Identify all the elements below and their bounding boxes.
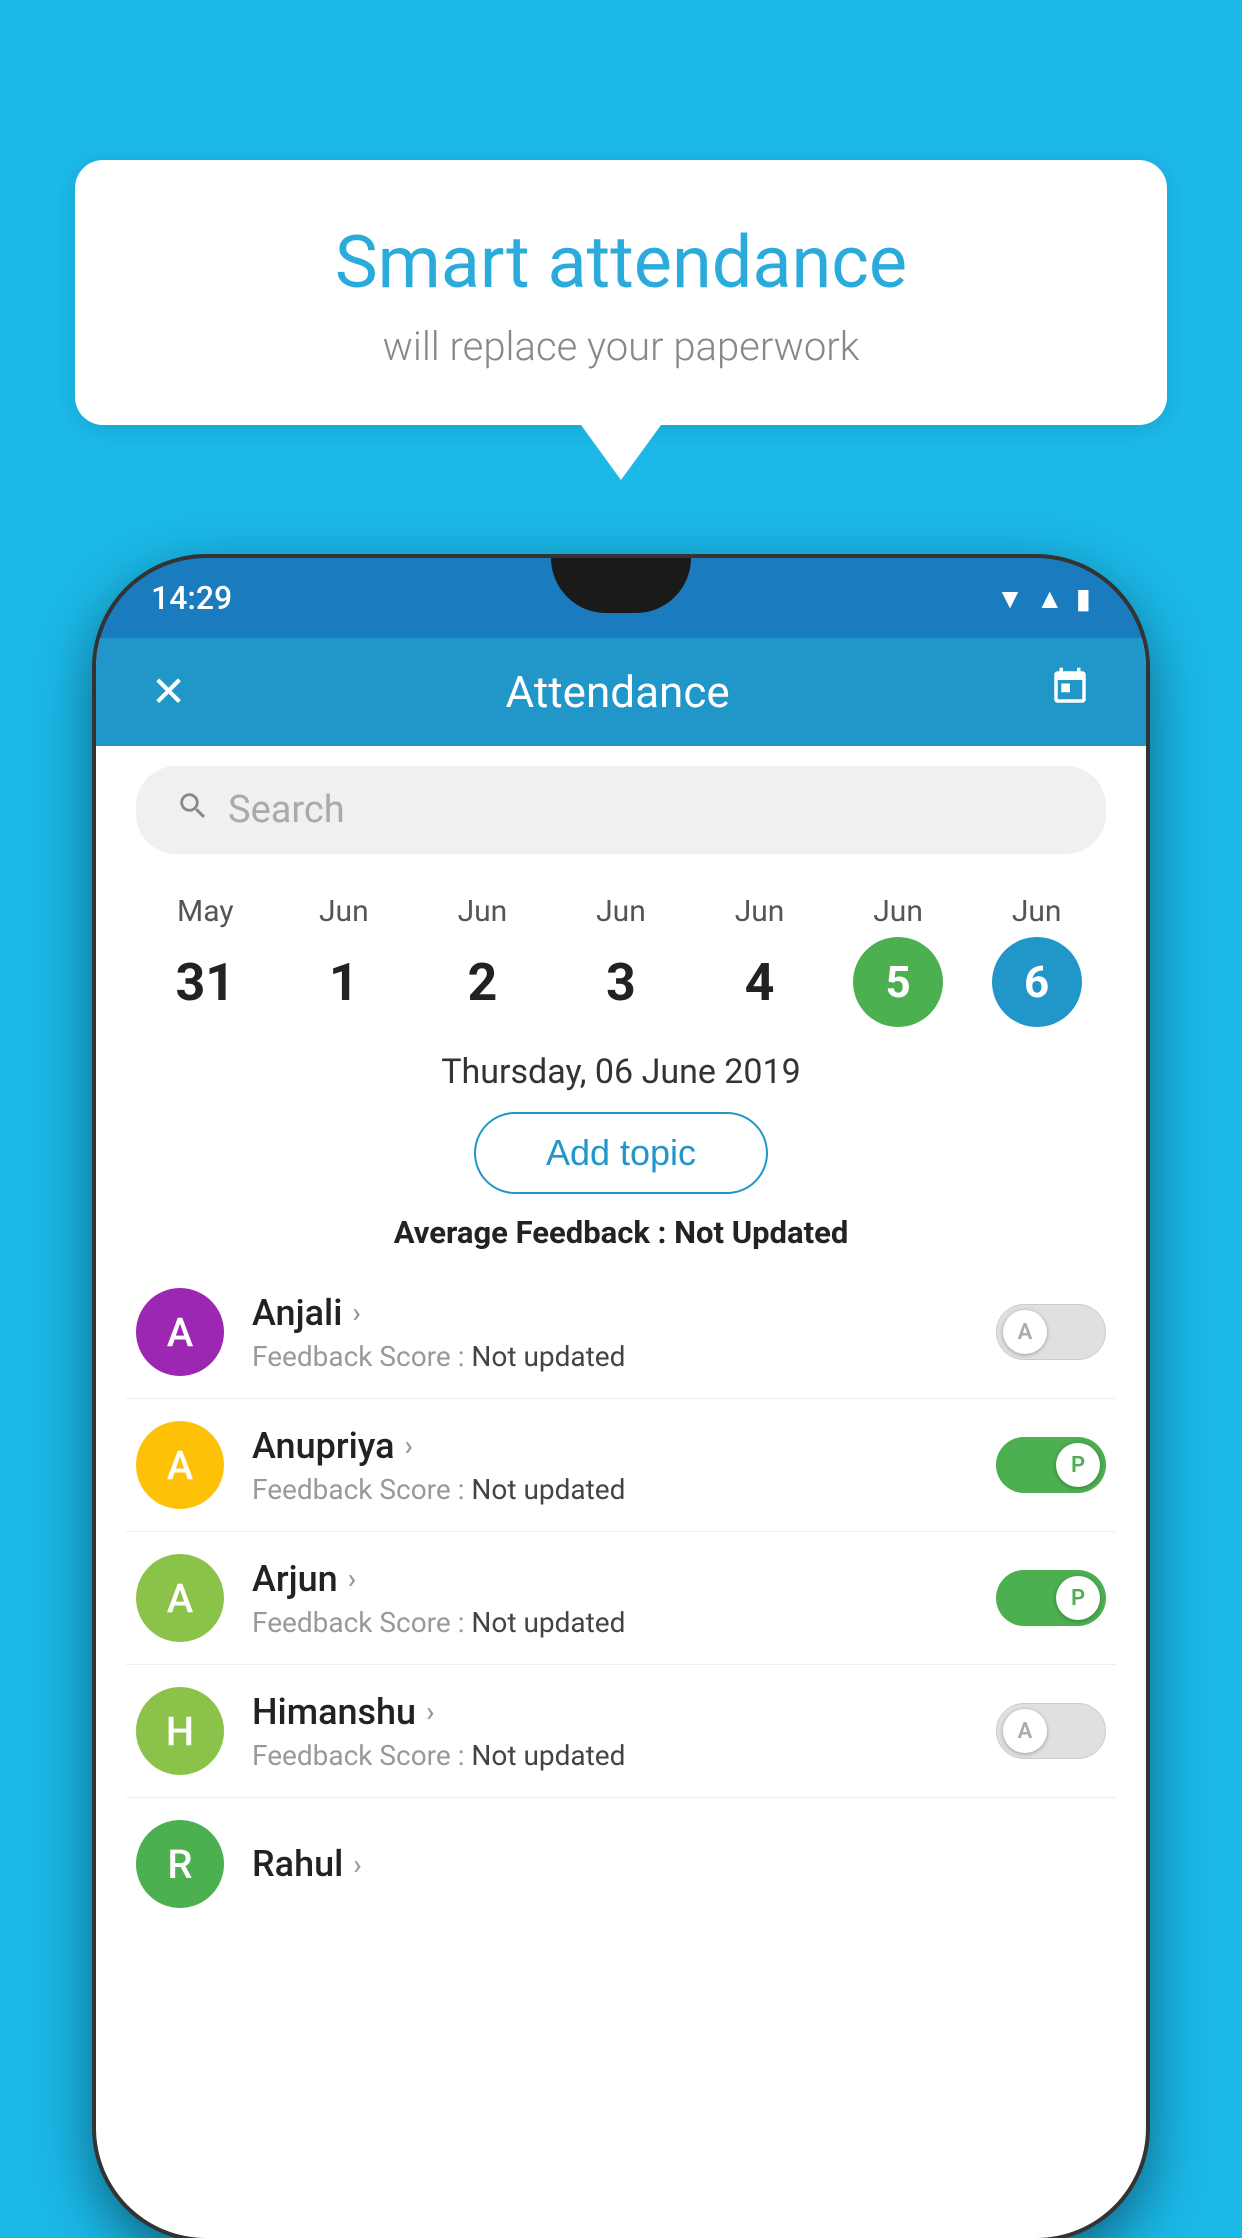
- toggle-himanshu[interactable]: A: [996, 1703, 1106, 1759]
- avg-feedback: Average Feedback : Not Updated: [96, 1209, 1146, 1266]
- date-item-4[interactable]: Jun 4: [700, 894, 820, 1027]
- date-day-0: 31: [160, 937, 250, 1027]
- toggle-knob-anjali: A: [1003, 1310, 1047, 1354]
- date-item-3[interactable]: Jun 3: [561, 894, 681, 1027]
- chevron-icon: ›: [426, 1695, 434, 1728]
- speech-bubble-pointer: [581, 425, 661, 480]
- student-avatar-himanshu: H: [136, 1687, 224, 1775]
- student-name-anupriya: Anupriya ›: [252, 1425, 968, 1467]
- status-time: 14:29: [151, 579, 232, 617]
- date-day-1: 1: [299, 937, 389, 1027]
- student-avatar-partial: R: [136, 1820, 224, 1908]
- toggle-anupriya[interactable]: P: [996, 1437, 1106, 1493]
- speech-bubble-container: Smart attendance will replace your paper…: [75, 160, 1167, 480]
- attendance-toggle-himanshu[interactable]: A: [996, 1703, 1106, 1759]
- student-name-arjun: Arjun ›: [252, 1558, 968, 1600]
- student-score-himanshu: Feedback Score : Not updated: [252, 1739, 968, 1772]
- attendance-toggle-anupriya[interactable]: P: [996, 1437, 1106, 1493]
- attendance-toggle-arjun[interactable]: P: [996, 1570, 1106, 1626]
- search-placeholder: Search: [228, 788, 345, 832]
- date-month-6: Jun: [1012, 894, 1062, 929]
- student-avatar-anjali: A: [136, 1288, 224, 1376]
- battery-icon: ▮: [1076, 582, 1091, 615]
- student-avatar-anupriya: A: [136, 1421, 224, 1509]
- student-info-anupriya: Anupriya › Feedback Score : Not updated: [252, 1425, 968, 1506]
- student-name-anjali: Anjali ›: [252, 1292, 968, 1334]
- toggle-arjun[interactable]: P: [996, 1570, 1106, 1626]
- app-title: Attendance: [506, 666, 730, 718]
- date-day-2: 2: [437, 937, 527, 1027]
- avg-feedback-value: Not Updated: [674, 1214, 848, 1251]
- student-name-himanshu: Himanshu ›: [252, 1691, 968, 1733]
- add-topic-wrapper: Add topic: [96, 1102, 1146, 1209]
- status-icons: ▼ ▲ ▮: [996, 582, 1091, 615]
- student-info-arjun: Arjun › Feedback Score : Not updated: [252, 1558, 968, 1639]
- date-month-0: May: [177, 894, 233, 929]
- chevron-icon: ›: [352, 1296, 360, 1329]
- toggle-knob-arjun: P: [1056, 1576, 1100, 1620]
- chevron-icon: ›: [348, 1562, 356, 1595]
- date-month-5: Jun: [873, 894, 923, 929]
- student-score-anupriya: Feedback Score : Not updated: [252, 1473, 968, 1506]
- app-screen: ✕ Attendance Search May: [96, 638, 1146, 2238]
- date-item-2[interactable]: Jun 2: [422, 894, 542, 1027]
- phone-notch: [551, 558, 691, 613]
- date-item-6[interactable]: Jun 6: [977, 894, 1097, 1027]
- avg-feedback-label: Average Feedback :: [394, 1214, 667, 1251]
- speech-bubble-title: Smart attendance: [155, 220, 1087, 305]
- signal-icon: ▲: [1036, 582, 1064, 615]
- student-name-partial: Rahul ›: [252, 1843, 1106, 1885]
- student-info-anjali: Anjali › Feedback Score : Not updated: [252, 1292, 968, 1373]
- phone-frame: 14:29 ▼ ▲ ▮ ✕ Attendance: [96, 558, 1146, 2238]
- date-month-4: Jun: [735, 894, 785, 929]
- selected-date-label: Thursday, 06 June 2019: [96, 1037, 1146, 1102]
- calendar-icon[interactable]: [1049, 666, 1091, 718]
- student-info-partial: Rahul ›: [252, 1843, 1106, 1885]
- status-bar: 14:29 ▼ ▲ ▮: [96, 558, 1146, 638]
- date-selector: May 31 Jun 1 Jun 2 Jun 3 Jun 4 Jun 5: [96, 874, 1146, 1037]
- date-day-6: 6: [992, 937, 1082, 1027]
- student-item-arjun[interactable]: A Arjun › Feedback Score : Not updated P: [126, 1532, 1116, 1665]
- date-day-4: 4: [715, 937, 805, 1027]
- student-item-himanshu[interactable]: H Himanshu › Feedback Score : Not update…: [126, 1665, 1116, 1798]
- date-item-5[interactable]: Jun 5: [838, 894, 958, 1027]
- search-bar-container: Search: [96, 746, 1146, 874]
- search-bar[interactable]: Search: [136, 766, 1106, 854]
- date-day-5: 5: [853, 937, 943, 1027]
- student-item-anupriya[interactable]: A Anupriya › Feedback Score : Not update…: [126, 1399, 1116, 1532]
- speech-bubble-subtitle: will replace your paperwork: [155, 323, 1087, 370]
- date-item-0[interactable]: May 31: [145, 894, 265, 1027]
- toggle-knob-anupriya: P: [1056, 1443, 1100, 1487]
- date-month-3: Jun: [596, 894, 646, 929]
- close-button[interactable]: ✕: [151, 667, 186, 717]
- student-item-partial[interactable]: R Rahul ›: [126, 1798, 1116, 1930]
- search-icon: [176, 789, 210, 832]
- student-score-anjali: Feedback Score : Not updated: [252, 1340, 968, 1373]
- wifi-icon: ▼: [996, 582, 1024, 615]
- student-avatar-arjun: A: [136, 1554, 224, 1642]
- student-item-anjali[interactable]: A Anjali › Feedback Score : Not updated …: [126, 1266, 1116, 1399]
- date-month-1: Jun: [319, 894, 369, 929]
- date-item-1[interactable]: Jun 1: [284, 894, 404, 1027]
- student-score-arjun: Feedback Score : Not updated: [252, 1606, 968, 1639]
- add-topic-button[interactable]: Add topic: [474, 1112, 768, 1194]
- student-list: A Anjali › Feedback Score : Not updated …: [96, 1266, 1146, 2238]
- chevron-icon: ›: [405, 1429, 413, 1462]
- toggle-knob-himanshu: A: [1003, 1709, 1047, 1753]
- app-header: ✕ Attendance: [96, 638, 1146, 746]
- student-info-himanshu: Himanshu › Feedback Score : Not updated: [252, 1691, 968, 1772]
- date-day-3: 3: [576, 937, 666, 1027]
- date-month-2: Jun: [458, 894, 508, 929]
- chevron-icon: ›: [353, 1848, 361, 1881]
- speech-bubble: Smart attendance will replace your paper…: [75, 160, 1167, 425]
- attendance-toggle-anjali[interactable]: A: [996, 1304, 1106, 1360]
- toggle-anjali[interactable]: A: [996, 1304, 1106, 1360]
